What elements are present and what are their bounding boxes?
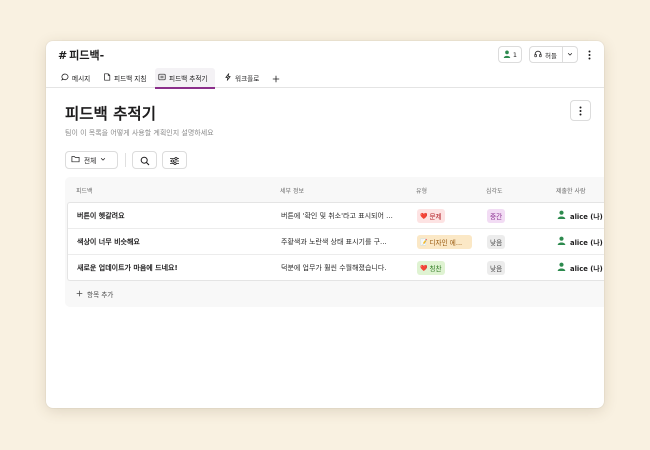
tab-feedback-tracker[interactable]: 피드백 추적기: [155, 68, 215, 89]
submitter[interactable]: alice (나): [557, 210, 603, 221]
channel-title[interactable]: # 피드백-: [58, 47, 104, 63]
feedback-title[interactable]: 색상이 너무 비슷해요: [77, 237, 140, 247]
search-button[interactable]: [132, 151, 157, 169]
search-icon: [140, 151, 150, 170]
column-header-feedback[interactable]: 피드백: [76, 186, 93, 195]
table-row[interactable]: 새로운 업데이트가 마음에 드네요! 덕분에 업무가 훨씬 수월해졌습니다. ❤…: [68, 255, 604, 281]
type-tag[interactable]: ❤️ 문제: [417, 209, 445, 223]
plus-icon: [76, 290, 83, 299]
feedback-detail[interactable]: 주황색과 노란색 상태 표시기를 구...: [281, 237, 409, 247]
submitter[interactable]: alice (나): [557, 236, 603, 247]
table-header: 피드백 세부 정보 유형 심각도 제출한 사람: [65, 177, 604, 203]
column-header-details[interactable]: 세부 정보: [280, 186, 304, 195]
table-body: 버튼이 헷갈려요 버튼에 '확인 및 취소'라고 표시되어 ... ❤️ 문제 …: [67, 202, 604, 281]
type-tag[interactable]: 📝 디자인 에...: [417, 235, 472, 249]
tab-label: 메시지: [72, 75, 91, 83]
plus-icon: [272, 68, 280, 87]
list-icon: [158, 73, 166, 83]
list-options-button[interactable]: [570, 100, 591, 121]
severity-tag[interactable]: 중간: [487, 209, 506, 223]
page-description[interactable]: 팀이 이 목록을 어떻게 사용할 계획인지 설명하세요: [65, 128, 214, 138]
type-tag[interactable]: ❤️ 칭찬: [417, 261, 445, 275]
tab-messages[interactable]: 메시지: [58, 68, 93, 88]
tab-label: 피드백 지침: [114, 75, 147, 83]
heart-icon: ❤️: [420, 264, 428, 272]
tab-label: 피드백 추적기: [169, 75, 208, 83]
add-item-button[interactable]: 항목 추가: [76, 289, 113, 299]
user-icon: [557, 236, 566, 247]
kebab-icon: [588, 45, 591, 64]
feedback-title[interactable]: 새로운 업데이트가 마음에 드네요!: [77, 263, 178, 273]
sliders-icon: [169, 151, 180, 170]
view-label: 전체: [84, 157, 97, 165]
channel-hash: #: [58, 49, 68, 62]
tab-label: 워크플로: [235, 75, 260, 83]
user-icon: [557, 262, 566, 273]
table-row[interactable]: 색상이 너무 비슷해요 주황색과 노란색 상태 표시기를 구... 📝 디자인 …: [68, 229, 604, 255]
column-header-submitter[interactable]: 제출한 사람: [556, 186, 586, 195]
type-label: 칭찬: [429, 265, 442, 273]
folder-icon: [71, 155, 80, 165]
channel-tabs: 메시지 피드백 지침 피드백 추적기 워크플로: [46, 68, 604, 89]
channel-name: 피드백-: [69, 49, 105, 62]
chevron-down-icon: [567, 51, 573, 59]
heart-icon: ❤️: [420, 212, 428, 220]
member-count: 1: [512, 50, 518, 59]
headphones-icon: [534, 50, 542, 60]
page-title: 피드백 추적기: [65, 105, 156, 123]
message-bubble-icon: [61, 73, 69, 83]
toolbar-divider: [125, 153, 126, 167]
submitter-name: alice (나): [570, 238, 603, 247]
column-header-severity[interactable]: 심각도: [486, 186, 503, 195]
submitter-name: alice (나): [570, 212, 603, 221]
tab-workflow[interactable]: 워크플로: [221, 68, 262, 88]
memo-icon: 📝: [420, 238, 428, 246]
feedback-detail[interactable]: 덕분에 업무가 훨씬 수월해졌습니다.: [281, 263, 409, 273]
type-label: 디자인 에...: [429, 239, 463, 247]
add-item-label: 항목 추가: [87, 291, 114, 299]
feedback-table: 피드백 세부 정보 유형 심각도 제출한 사람 버튼이 헷갈려요 버튼에 '확인…: [65, 177, 604, 307]
huddle-label: 허들: [545, 51, 557, 60]
feedback-detail[interactable]: 버튼에 '확인 및 취소'라고 표시되어 ...: [281, 211, 409, 221]
submitter[interactable]: alice (나): [557, 262, 603, 273]
view-select[interactable]: 전체: [65, 151, 118, 169]
more-options-button[interactable]: [583, 48, 595, 61]
lightning-icon: [224, 73, 232, 83]
user-icon: [557, 210, 566, 221]
canvas-doc-icon: [103, 73, 111, 83]
filter-button[interactable]: [162, 151, 187, 169]
add-tab-button[interactable]: [270, 71, 282, 84]
type-label: 문제: [429, 213, 442, 221]
huddle-dropdown[interactable]: [563, 51, 577, 59]
severity-tag[interactable]: 낮음: [487, 235, 506, 249]
submitter-name: alice (나): [570, 264, 603, 273]
app-window: # 피드백- 1 허들 메시지 피드백 지침 피드백 추적기 워크플로 피드백 …: [46, 41, 604, 408]
kebab-icon: [579, 101, 582, 120]
tab-feedback-guide[interactable]: 피드백 지침: [100, 68, 149, 88]
chevron-down-icon: [100, 156, 106, 164]
table-row[interactable]: 버튼이 헷갈려요 버튼에 '확인 및 취소'라고 표시되어 ... ❤️ 문제 …: [68, 203, 604, 229]
members-button[interactable]: 1: [498, 46, 522, 63]
column-header-type[interactable]: 유형: [416, 186, 427, 195]
feedback-title[interactable]: 버튼이 헷갈려요: [77, 211, 125, 221]
huddle-button[interactable]: 허들: [529, 46, 578, 63]
severity-tag[interactable]: 낮음: [487, 261, 506, 275]
user-icon: [503, 50, 511, 60]
channel-header: # 피드백- 1 허들: [46, 41, 604, 67]
